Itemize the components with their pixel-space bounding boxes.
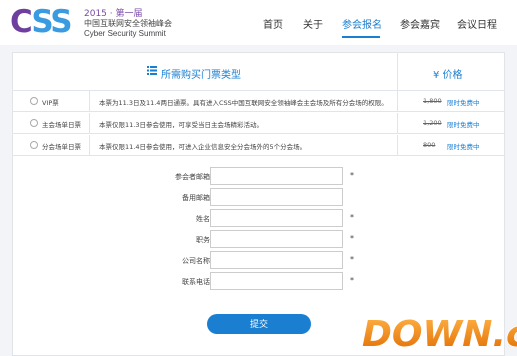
- nav-active-indicator: [342, 36, 380, 38]
- ticket-free-note: 限时免费中: [447, 143, 480, 151]
- list-icon: [147, 66, 157, 75]
- row-divider: [397, 91, 398, 112]
- required-mark: *: [350, 234, 354, 243]
- ticket-radio-main-day[interactable]: [30, 119, 38, 127]
- submit-button[interactable]: 提交: [207, 314, 311, 334]
- header-divider: [397, 53, 398, 91]
- form-row-email: 参会者邮箱： *: [13, 167, 504, 187]
- ticket-desc: 本票仅限11.4日参会使用，可进入企业信息安全分会场外的5个分会场。: [99, 143, 307, 151]
- ticket-free-note: 限时免费中: [447, 121, 480, 129]
- email-field[interactable]: [210, 167, 343, 185]
- nav-item-registration[interactable]: 参会报名: [342, 16, 382, 31]
- nav-item-speakers[interactable]: 参会嘉宾: [400, 16, 440, 31]
- ticket-table-header: 所需购买门票类型 ¥ 价格: [13, 53, 504, 91]
- row-divider: [397, 113, 398, 134]
- ticket-name: 分会场单日票: [42, 143, 81, 151]
- watermark-text: DOWN.cc: [362, 314, 517, 355]
- ticket-row-main-day[interactable]: 主会场单日票 本票仅限11.3日参会使用，可享受当日主会场精彩活动。 1,200…: [13, 113, 504, 134]
- nav-item-schedule[interactable]: 会议日程: [457, 16, 497, 31]
- name-field[interactable]: [210, 209, 343, 227]
- row-divider: [89, 113, 90, 134]
- ticket-radio-sub-day[interactable]: [30, 141, 38, 149]
- ticket-desc: 本票为11.3日及11.4两日通票。具有进入CSS中国互联网安全领袖峰会主会场及…: [99, 99, 388, 107]
- row-divider: [397, 135, 398, 156]
- row-divider: [89, 135, 90, 156]
- required-mark: *: [350, 171, 354, 180]
- price-heading: ¥ 价格: [433, 70, 463, 81]
- ticket-old-price: 1,800: [423, 97, 442, 105]
- form-row-phone: 联系电话： *: [13, 272, 504, 292]
- ticket-row-vip[interactable]: VIP票 本票为11.3日及11.4两日通票。具有进入CSS中国互联网安全领袖峰…: [13, 91, 504, 112]
- nav-item-home[interactable]: 首页: [263, 16, 283, 31]
- logo-mark: CSS: [10, 4, 73, 40]
- job-title-field[interactable]: [210, 230, 343, 248]
- watermark-logo: DOWN.cc: [361, 313, 517, 356]
- backup-email-field[interactable]: [210, 188, 343, 206]
- site-logo[interactable]: CSS 2015 · 第一届 中国互联网安全领袖峰会 Cyber Securit…: [10, 4, 210, 42]
- ticket-old-price: 1,200: [423, 119, 442, 127]
- required-mark: *: [350, 276, 354, 285]
- ticket-desc: 本票仅限11.3日参会使用，可享受当日主会场精彩活动。: [99, 121, 263, 129]
- form-row-name: 姓名： *: [13, 209, 504, 229]
- required-mark: *: [350, 213, 354, 222]
- company-field[interactable]: [210, 251, 343, 269]
- ticket-old-price: 800: [423, 141, 436, 149]
- form-row-title: 职务： *: [13, 230, 504, 250]
- logo-mark-text: CSS: [10, 4, 73, 40]
- logo-mark-letter: C: [10, 4, 33, 40]
- ticket-name: 主会场单日票: [42, 121, 81, 129]
- form-row-company: 公司名称： *: [13, 251, 504, 271]
- ticket-radio-vip[interactable]: [30, 97, 38, 105]
- ticket-name: VIP票: [42, 99, 59, 107]
- form-row-backup-email: 备用邮箱：: [13, 188, 504, 208]
- logo-mark-letter: SS: [31, 4, 72, 40]
- phone-field[interactable]: [210, 272, 343, 290]
- site-header: CSS 2015 · 第一届 中国互联网安全领袖峰会 Cyber Securit…: [0, 0, 517, 45]
- ticket-free-note: 限时免费中: [447, 99, 480, 107]
- logo-cn-name: 中国互联网安全领袖峰会: [84, 19, 172, 28]
- nav-item-about[interactable]: 关于: [303, 16, 323, 31]
- ticket-type-heading: 所需购买门票类型: [161, 70, 241, 81]
- logo-en-name: Cyber Security Summit: [84, 29, 166, 38]
- row-divider: [89, 91, 90, 112]
- ticket-row-sub-day[interactable]: 分会场单日票 本票仅限11.4日参会使用，可进入企业信息安全分会场外的5个分会场…: [13, 135, 504, 156]
- required-mark: *: [350, 255, 354, 264]
